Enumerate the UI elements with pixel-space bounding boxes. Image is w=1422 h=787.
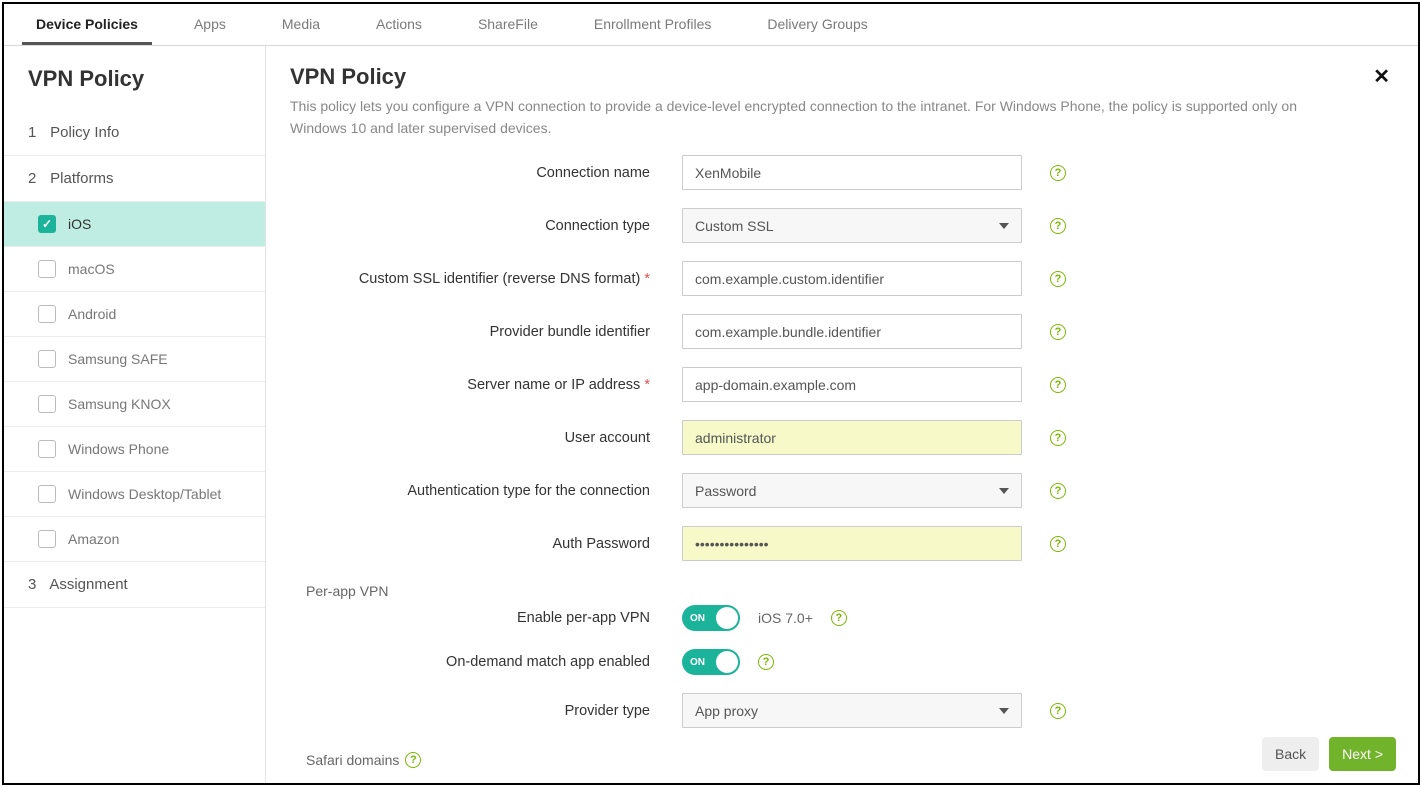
label-server-name: Server name or IP address * — [290, 377, 682, 393]
checkbox-icon — [38, 260, 56, 278]
select-value: App proxy — [695, 703, 758, 719]
checkbox-icon — [38, 305, 56, 323]
help-icon[interactable]: ? — [1050, 165, 1066, 181]
checkbox-icon — [38, 485, 56, 503]
help-icon[interactable]: ? — [1050, 430, 1066, 446]
help-icon[interactable]: ? — [1050, 324, 1066, 340]
tab-delivery-groups[interactable]: Delivery Groups — [753, 4, 881, 45]
platform-label: Samsung SAFE — [68, 351, 168, 367]
help-icon[interactable]: ? — [1050, 483, 1066, 499]
platform-label: macOS — [68, 261, 115, 277]
connection-type-select[interactable]: Custom SSL — [682, 208, 1022, 243]
tab-apps[interactable]: Apps — [180, 4, 240, 45]
on-demand-toggle[interactable]: ON — [682, 649, 740, 675]
provider-bundle-input[interactable] — [682, 314, 1022, 349]
step-label: Policy Info — [50, 124, 119, 141]
toggle-knob-icon — [716, 607, 738, 629]
toggle-label: ON — [690, 657, 705, 668]
provider-type-select[interactable]: App proxy — [682, 693, 1022, 728]
platform-item-ios[interactable]: ✓ iOS — [4, 202, 265, 247]
help-icon[interactable]: ? — [831, 610, 847, 626]
platform-item-amazon[interactable]: Amazon — [4, 517, 265, 562]
enable-per-app-note: iOS 7.0+ — [758, 610, 813, 626]
platform-item-windows-phone[interactable]: Windows Phone — [4, 427, 265, 472]
select-value: Password — [695, 483, 756, 499]
platform-item-windows-desktop[interactable]: Windows Desktop/Tablet — [4, 472, 265, 517]
checkmark-icon: ✓ — [38, 215, 56, 233]
help-icon[interactable]: ? — [405, 752, 421, 768]
sidebar-title: VPN Policy — [4, 46, 265, 110]
label-auth-type: Authentication type for the connection — [290, 483, 682, 499]
safari-domains-label: Safari domains — [306, 752, 399, 768]
platform-label: Android — [68, 306, 116, 322]
next-button[interactable]: Next > — [1329, 737, 1396, 771]
main-panel: VPN Policy ✕ This policy lets you config… — [266, 46, 1418, 783]
label-connection-type: Connection type — [290, 218, 682, 234]
page-description: This policy lets you configure a VPN con… — [290, 96, 1350, 139]
help-icon[interactable]: ? — [1050, 218, 1066, 234]
label-auth-password: Auth Password — [290, 536, 682, 552]
label-enable-per-app: Enable per-app VPN — [290, 610, 682, 626]
toggle-label: ON — [690, 613, 705, 624]
auth-type-select[interactable]: Password — [682, 473, 1022, 508]
tab-device-policies[interactable]: Device Policies — [22, 4, 152, 45]
label-custom-ssl: Custom SSL identifier (reverse DNS forma… — [290, 271, 682, 287]
help-icon[interactable]: ? — [1050, 703, 1066, 719]
checkbox-icon — [38, 395, 56, 413]
platform-item-macos[interactable]: macOS — [4, 247, 265, 292]
enable-per-app-toggle[interactable]: ON — [682, 605, 740, 631]
step-label: Platforms — [50, 170, 113, 187]
platform-label: Windows Phone — [68, 441, 169, 457]
user-account-input[interactable] — [682, 420, 1022, 455]
help-icon[interactable]: ? — [1050, 271, 1066, 287]
tab-media[interactable]: Media — [268, 4, 334, 45]
platform-item-samsung-safe[interactable]: Samsung SAFE — [4, 337, 265, 382]
toggle-knob-icon — [716, 651, 738, 673]
platform-list: ✓ iOS macOS Android Samsung SAFE Samsung … — [4, 202, 265, 562]
checkbox-icon — [38, 530, 56, 548]
select-value: Custom SSL — [695, 218, 774, 234]
custom-ssl-input[interactable] — [682, 261, 1022, 296]
platform-item-android[interactable]: Android — [4, 292, 265, 337]
platform-label: Samsung KNOX — [68, 396, 171, 412]
platform-label: Amazon — [68, 531, 119, 547]
tab-actions[interactable]: Actions — [362, 4, 436, 45]
step-label: Assignment — [49, 576, 127, 593]
label-provider-type: Provider type — [290, 703, 682, 719]
label-provider-bundle: Provider bundle identifier — [290, 324, 682, 340]
footer-buttons: Back Next > — [1262, 737, 1396, 771]
step-platforms[interactable]: 2 Platforms — [4, 156, 265, 202]
back-button[interactable]: Back — [1262, 737, 1319, 771]
safari-domains-section: Safari domains ? — [290, 746, 1396, 768]
step-policy-info[interactable]: 1 Policy Info — [4, 110, 265, 156]
help-icon[interactable]: ? — [758, 654, 774, 670]
help-icon[interactable]: ? — [1050, 536, 1066, 552]
help-icon[interactable]: ? — [1050, 377, 1066, 393]
close-icon[interactable]: ✕ — [1367, 64, 1396, 89]
caret-down-icon — [999, 223, 1009, 229]
platform-item-samsung-knox[interactable]: Samsung KNOX — [4, 382, 265, 427]
sidebar: VPN Policy 1 Policy Info 2 Platforms ✓ iO… — [4, 46, 266, 783]
connection-name-input[interactable] — [682, 155, 1022, 190]
tab-enrollment-profiles[interactable]: Enrollment Profiles — [580, 4, 726, 45]
platform-label: iOS — [68, 216, 91, 232]
label-user-account: User account — [290, 430, 682, 446]
auth-password-input[interactable] — [682, 526, 1022, 561]
caret-down-icon — [999, 708, 1009, 714]
checkbox-icon — [38, 350, 56, 368]
label-connection-name: Connection name — [290, 165, 682, 181]
label-on-demand: On-demand match app enabled — [290, 654, 682, 670]
caret-down-icon — [999, 488, 1009, 494]
per-app-vpn-section: Per-app VPN — [290, 579, 1396, 605]
checkbox-icon — [38, 440, 56, 458]
step-assignment[interactable]: 3 Assignment — [4, 562, 265, 608]
tab-sharefile[interactable]: ShareFile — [464, 4, 552, 45]
top-nav-tabs: Device Policies Apps Media Actions Share… — [4, 4, 1418, 46]
page-title: VPN Policy — [290, 64, 406, 90]
server-name-input[interactable] — [682, 367, 1022, 402]
platform-label: Windows Desktop/Tablet — [68, 486, 221, 502]
